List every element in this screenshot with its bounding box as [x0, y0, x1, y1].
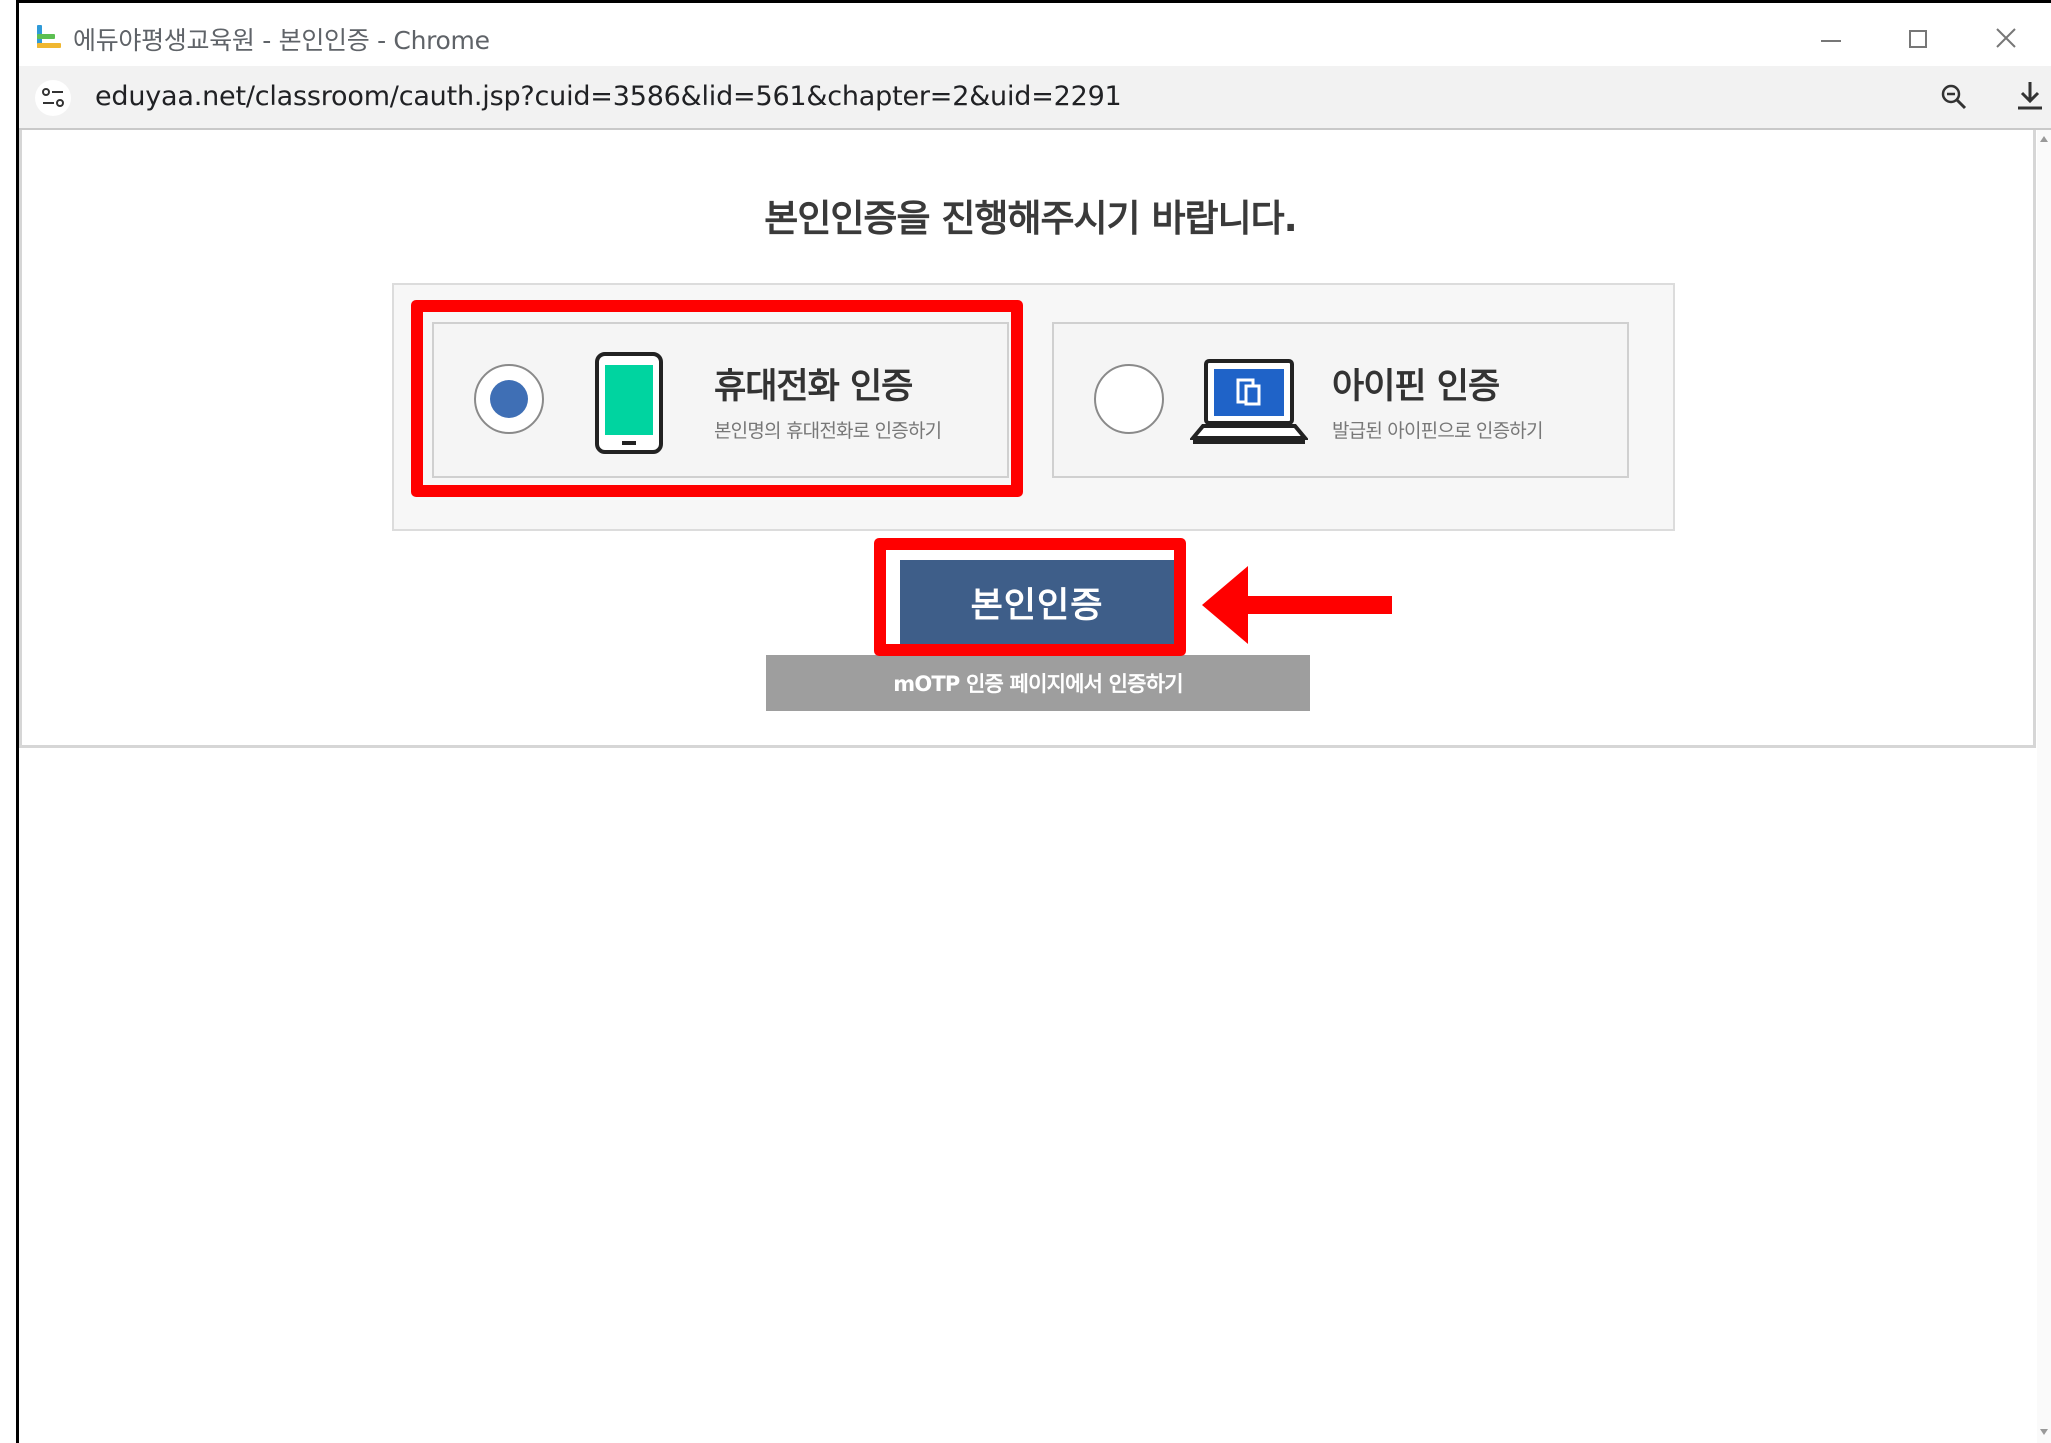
annotation-arrow-icon — [1202, 566, 1392, 648]
vertical-scrollbar[interactable] — [2037, 130, 2051, 1443]
address-bar: eduyaa.net/classroom/cauth.jsp?cuid=3586… — [19, 66, 2051, 130]
close-icon — [1996, 28, 2016, 48]
phone-auth-subtitle: 본인명의 휴대전화로 인증하기 — [714, 420, 942, 442]
auth-page: 본인인증을 진행해주시기 바랍니다. 휴대전화 인증 본인명의 휴대전화로 인증… — [19, 130, 2036, 748]
download-icon[interactable] — [2015, 80, 2045, 116]
site-favicon-icon — [37, 25, 61, 49]
window-title: 에듀야평생교육원 - 본인인증 - Chrome — [73, 26, 490, 55]
smartphone-icon — [594, 351, 664, 459]
motp-auth-button[interactable]: mOTP 인증 페이지에서 인증하기 — [766, 655, 1310, 711]
ipin-auth-option[interactable]: 아이핀 인증 발급된 아이핀으로 인증하기 — [1052, 322, 1629, 478]
close-button[interactable] — [1963, 3, 2051, 69]
title-bar: 에듀야평생교육원 - 본인인증 - Chrome — [19, 0, 2051, 66]
browser-window: 에듀야평생교육원 - 본인인증 - Chrome eduyaa.net/clas… — [16, 0, 2051, 1443]
radio-selected-dot — [490, 380, 528, 418]
url-text[interactable]: eduyaa.net/classroom/cauth.jsp?cuid=3586… — [95, 81, 1122, 112]
window-controls — [1787, 3, 2051, 69]
phone-auth-option[interactable]: 휴대전화 인증 본인명의 휴대전화로 인증하기 — [432, 322, 1009, 478]
auth-options-panel: 휴대전화 인증 본인명의 휴대전화로 인증하기 아이핀 인증 발급된 아이핀으로… — [392, 283, 1675, 531]
tune-icon — [42, 88, 64, 107]
maximize-button[interactable] — [1875, 3, 1963, 69]
ipin-auth-title: 아이핀 인증 — [1332, 367, 1500, 407]
phone-auth-radio[interactable] — [474, 364, 544, 434]
page-title: 본인인증을 진행해주시기 바랍니다. — [764, 197, 1297, 240]
ipin-auth-radio[interactable] — [1094, 364, 1164, 434]
phone-auth-title: 휴대전화 인증 — [714, 367, 913, 407]
ipin-auth-subtitle: 발급된 아이핀으로 인증하기 — [1332, 420, 1543, 442]
identity-verify-button[interactable]: 본인인증 — [900, 560, 1174, 644]
site-info-button[interactable] — [35, 80, 71, 116]
zoom-icon[interactable] — [1939, 82, 1969, 116]
minimize-button[interactable] — [1787, 3, 1875, 69]
laptop-icon — [1188, 358, 1310, 452]
